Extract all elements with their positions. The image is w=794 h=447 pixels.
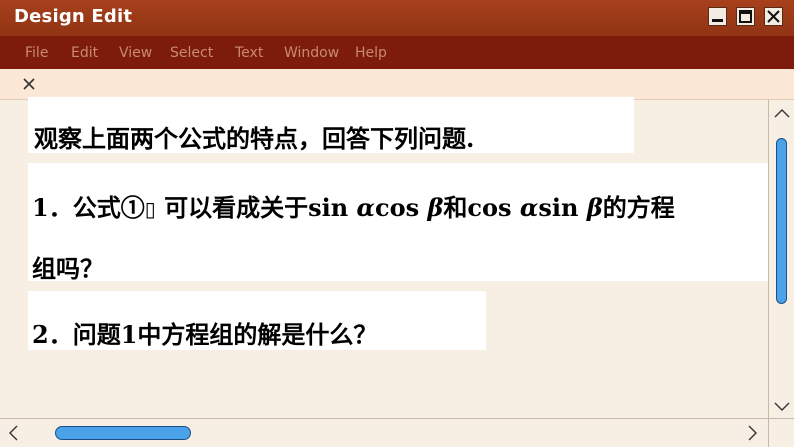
alpha-symbol-2: α (519, 193, 539, 222)
intro-text: 观察上面两个公式的特点，回答下列问题. (34, 124, 475, 153)
question-1-suffix: 的方程 (602, 193, 675, 222)
maximize-icon (739, 10, 752, 23)
missing-glyph: ▯ (144, 197, 156, 221)
and-cos-text: 和cos (443, 193, 520, 222)
menu-text[interactable]: Text (235, 45, 263, 61)
scroll-down-icon[interactable] (774, 402, 790, 412)
cos-text: cos (374, 193, 428, 222)
question-1-line: 1．公式①▯ 可以看成关于sin αcos β和cos αsin β的方程 (32, 188, 675, 223)
text-block-question-2[interactable]: 2．问题1中方程组的解是什么？ (28, 291, 486, 350)
menu-window[interactable]: Window (284, 45, 339, 61)
menu-bar: File Edit View Select Text Window Help (0, 36, 794, 69)
beta-symbol: β (427, 193, 444, 222)
menu-view[interactable]: View (119, 45, 152, 61)
text-block-intro[interactable]: 观察上面两个公式的特点，回答下列问题. (28, 97, 634, 153)
menu-file[interactable]: File (25, 45, 48, 61)
question-2-text: 2．问题1中方程组的解是什么？ (32, 320, 378, 349)
scrollbar-corner (768, 418, 794, 447)
scroll-left-icon[interactable] (8, 425, 18, 441)
maximize-button[interactable] (736, 7, 755, 26)
menu-edit[interactable]: Edit (71, 45, 98, 61)
question-1-prefix: 1．公式① (32, 193, 145, 222)
menu-select[interactable]: Select (170, 45, 213, 61)
close-button[interactable] (764, 7, 783, 26)
alpha-symbol: α (356, 193, 375, 222)
scroll-up-icon[interactable] (774, 108, 790, 118)
menu-help[interactable]: Help (355, 45, 387, 61)
document-canvas: 观察上面两个公式的特点，回答下列问题. 1．公式①▯ 可以看成关于sin αco… (0, 97, 768, 418)
question-1-continuation: 组吗？ (32, 254, 104, 283)
beta-symbol-2: β (586, 193, 603, 222)
vertical-scroll-thumb[interactable] (776, 138, 787, 304)
horizontal-scroll-thumb[interactable] (55, 426, 191, 440)
tab-bar (0, 69, 794, 100)
text-block-question-1[interactable]: 1．公式①▯ 可以看成关于sin αcos β和cos αsin β的方程 组吗… (28, 163, 768, 283)
close-icon (767, 10, 780, 23)
scroll-right-icon[interactable] (748, 425, 758, 441)
title-bar: Design Edit (0, 0, 794, 36)
window-title: Design Edit (14, 6, 133, 27)
sin-text: sin (538, 193, 587, 222)
minimize-icon (712, 19, 723, 22)
vertical-scrollbar[interactable] (768, 100, 794, 418)
question-1-mid: 可以看成关于sin (155, 193, 357, 222)
minimize-button[interactable] (708, 7, 727, 26)
tab-close-icon[interactable] (20, 75, 38, 93)
horizontal-scrollbar[interactable] (0, 418, 794, 447)
